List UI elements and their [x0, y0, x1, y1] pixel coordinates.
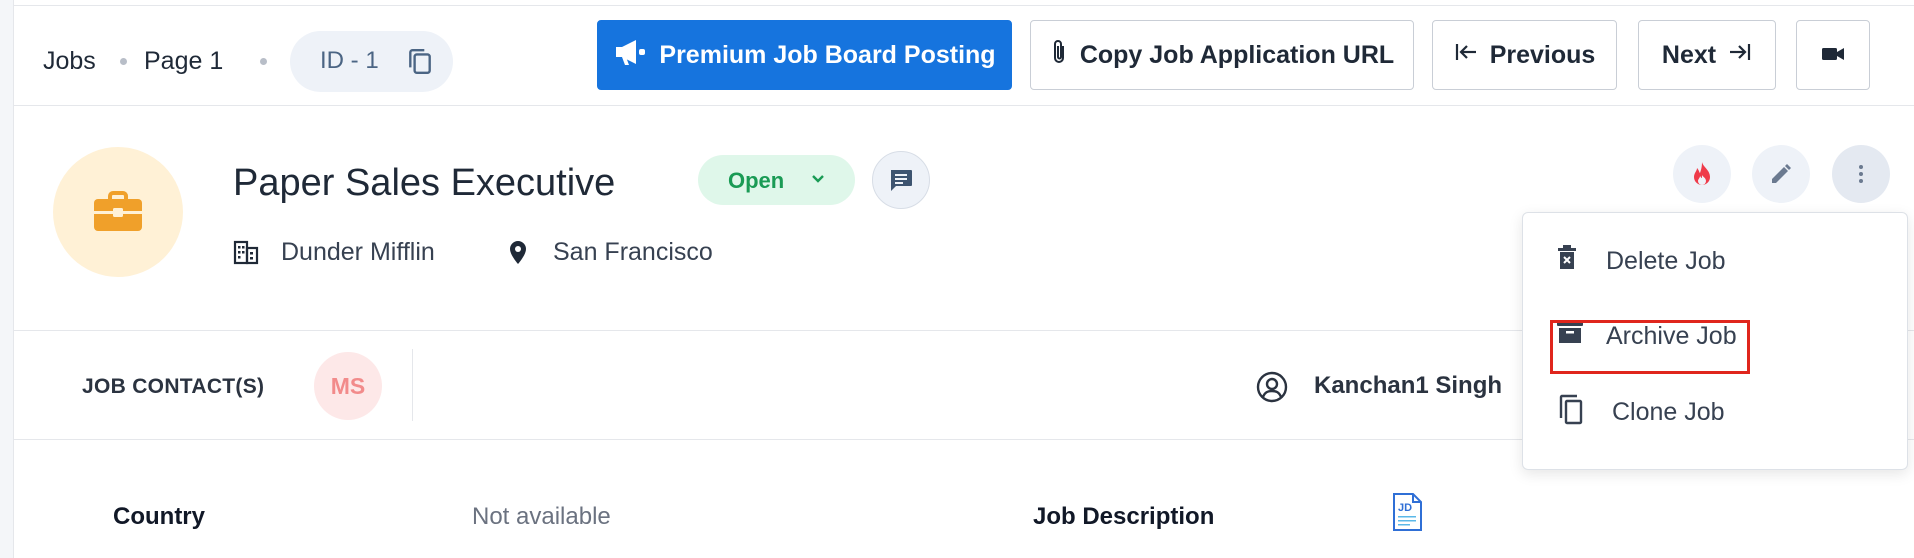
megaphone-icon: [613, 38, 647, 73]
hot-job-button[interactable]: [1673, 145, 1731, 203]
job-avatar: [53, 147, 183, 277]
job-status-label: Open: [728, 168, 785, 193]
video-camera-icon: [1821, 41, 1845, 70]
jd-badge-text: JD: [1398, 502, 1412, 514]
job-id-pill[interactable]: ID - 1: [290, 31, 453, 92]
edit-job-button[interactable]: [1752, 145, 1810, 203]
previous-button[interactable]: Previous: [1432, 20, 1617, 90]
previous-label: Previous: [1489, 40, 1596, 69]
arrow-right-bar-icon: [1728, 41, 1752, 70]
chat-icon: [888, 167, 914, 198]
page: Jobs Page 1 ID - 1 Premium Job Board Pos…: [0, 0, 1914, 558]
copy-application-url-label: Copy Job Application URL: [1079, 40, 1395, 69]
job-location: San Francisco: [553, 238, 713, 266]
job-title: Paper Sales Executive: [233, 162, 616, 204]
next-label: Next: [1661, 40, 1717, 69]
copy-icon[interactable]: [407, 48, 433, 76]
menu-item-clone-job[interactable]: Clone Job: [1523, 374, 1909, 444]
job-owner-name: Kanchan1 Singh: [1314, 372, 1503, 399]
premium-job-board-label: Premium Job Board Posting: [659, 40, 996, 69]
next-button[interactable]: Next: [1638, 20, 1776, 90]
briefcase-icon: [92, 191, 144, 238]
more-options-button[interactable]: [1832, 145, 1890, 203]
job-detail-panel: Jobs Page 1 ID - 1 Premium Job Board Pos…: [13, 0, 1914, 558]
video-button[interactable]: [1796, 20, 1870, 90]
user-circle-icon: [1256, 371, 1288, 408]
job-status-dropdown[interactable]: Open: [698, 155, 855, 205]
clone-icon: [1556, 394, 1584, 431]
breadcrumb-page: Page 1: [144, 47, 224, 75]
flame-icon: [1692, 161, 1712, 192]
contacts-divider: [412, 349, 413, 421]
job-options-menu: Delete Job Archive Job Clone Job: [1522, 212, 1908, 470]
menu-item-label: Delete Job: [1606, 247, 1726, 275]
job-header-bar: Jobs Page 1 ID - 1 Premium Job Board Pos…: [14, 6, 1914, 106]
contact-avatar[interactable]: MS: [314, 352, 382, 420]
paperclip-icon: [1050, 38, 1068, 73]
selection-highlight-box: [1550, 320, 1750, 374]
pencil-icon: [1769, 162, 1793, 191]
country-label: Country: [113, 503, 205, 530]
job-contacts-label: JOB CONTACT(S): [82, 375, 265, 398]
chevron-down-icon: [810, 169, 826, 195]
country-value: Not available: [472, 503, 611, 530]
premium-job-board-button[interactable]: Premium Job Board Posting: [597, 20, 1012, 90]
building-icon: [233, 239, 259, 270]
more-vertical-icon: [1857, 162, 1865, 191]
delete-icon: [1556, 245, 1578, 276]
job-description-file-icon[interactable]: JD: [1391, 492, 1423, 537]
arrow-left-bar-icon: [1454, 41, 1478, 70]
job-id-text: ID - 1: [320, 47, 379, 74]
location-pin-icon: [508, 240, 528, 271]
breadcrumb-separator: [120, 58, 127, 65]
breadcrumb-jobs[interactable]: Jobs: [43, 47, 96, 76]
breadcrumb-separator: [260, 58, 267, 65]
job-description-label: Job Description: [1033, 503, 1215, 530]
message-button[interactable]: [872, 151, 930, 209]
company-name: Dunder Mifflin: [281, 238, 435, 266]
copy-application-url-button[interactable]: Copy Job Application URL: [1030, 20, 1414, 90]
menu-item-label: Clone Job: [1612, 398, 1725, 426]
menu-item-delete-job[interactable]: Delete Job: [1523, 223, 1909, 293]
